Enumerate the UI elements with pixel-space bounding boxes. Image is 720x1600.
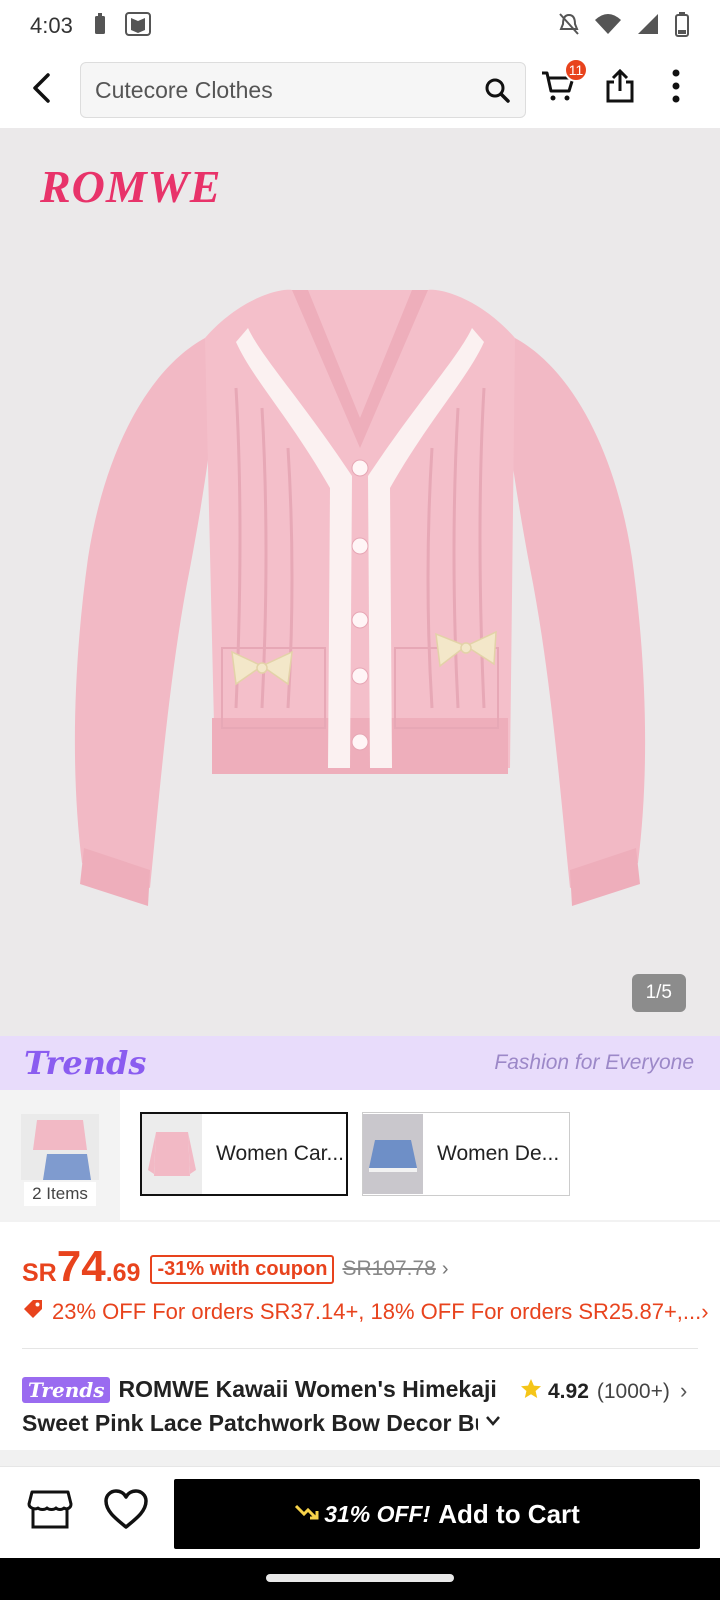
variant-all-thumbnail <box>21 1114 99 1180</box>
review-count: (1000+) <box>596 1379 670 1403</box>
search-icon[interactable] <box>475 68 519 112</box>
battery-saver-icon <box>93 12 107 40</box>
variant-all-items[interactable]: 2 Items <box>0 1090 120 1220</box>
promo-row[interactable]: 23% OFF For orders SR37.14+, 18% OFF For… <box>22 1298 709 1325</box>
price-decimal: .69 <box>105 1259 141 1287</box>
product-title-block: Trends ROMWE Kawaii Women's Himekaji Swe… <box>0 1348 720 1450</box>
divider <box>22 1348 698 1349</box>
product-rating[interactable]: 4.92 (1000+) <box>520 1378 670 1405</box>
notification-icon <box>124 11 151 41</box>
more-options-button[interactable] <box>654 66 698 110</box>
chevron-right-icon[interactable]: › <box>701 1299 708 1325</box>
section-separator <box>0 1450 720 1466</box>
variant-label-cardigan: Women Car... <box>216 1142 344 1165</box>
image-counter: 1/5 <box>631 974 686 1012</box>
store-button[interactable] <box>26 1487 74 1535</box>
share-icon <box>605 68 635 108</box>
battery-icon <box>674 11 690 42</box>
price-row: SR 74 .69 -31% with coupon SR107.78 › <box>22 1242 449 1292</box>
status-time: 4:03 <box>30 13 73 38</box>
search-input[interactable]: Cutecore Clothes <box>80 62 526 118</box>
top-nav: Cutecore Clothes 11 <box>0 52 720 128</box>
promo-text: 23% OFF For orders SR37.14+, 18% OFF For… <box>52 1298 702 1324</box>
variant-card-cardigan[interactable]: Women Car... <box>140 1112 348 1196</box>
home-gesture-handle[interactable] <box>266 1574 454 1582</box>
more-vertical-icon <box>671 69 681 108</box>
bottom-action-bar: 31% OFF! Add to Cart <box>0 1466 720 1558</box>
mute-icon <box>558 12 580 41</box>
trends-badge: Trends <box>22 1376 111 1403</box>
signal-icon <box>636 12 660 41</box>
star-icon <box>520 1378 542 1405</box>
price-currency: SR <box>22 1259 57 1287</box>
status-bar: 4:03 <box>0 0 720 52</box>
price-integer: 74 <box>56 1242 106 1291</box>
price-tag-icon <box>22 1298 44 1325</box>
variant-label-skirt: Women De... <box>437 1142 560 1165</box>
variant-all-label: 2 Items <box>24 1182 96 1206</box>
product-title: ROMWE Kawaii Women's Himekaji <box>118 1376 497 1402</box>
price-block: SR 74 .69 -31% with coupon SR107.78 › 23… <box>0 1220 720 1348</box>
back-button[interactable] <box>20 68 64 112</box>
heart-icon <box>103 1488 149 1535</box>
chevron-down-icon[interactable] <box>484 1414 502 1433</box>
product-title-line: Trends ROMWE Kawaii Women's Himekaji <box>22 1376 497 1403</box>
variant-thumbnail-skirt <box>363 1114 423 1194</box>
chevron-right-icon[interactable]: › <box>680 1378 687 1404</box>
cart-button[interactable]: 11 <box>536 58 588 110</box>
brand-logo: ROMWE <box>40 161 222 212</box>
back-arrow-icon <box>30 72 54 109</box>
product-image-gallery[interactable]: ROMWE 1/5 <box>0 128 720 1036</box>
variant-thumbnail-cardigan <box>142 1114 202 1194</box>
wifi-icon <box>594 12 622 41</box>
trends-logo: Trends <box>24 1044 147 1082</box>
trends-banner[interactable]: Trends Fashion for Everyone <box>0 1036 720 1090</box>
product-title-continued: Sweet Pink Lace Patchwork Bow Decor Bu <box>22 1410 478 1436</box>
rating-value: 4.92 <box>548 1379 589 1403</box>
chevron-right-icon[interactable]: › <box>442 1258 449 1281</box>
add-to-cart-label: Add to Cart <box>438 1498 580 1529</box>
trend-down-arrow-icon <box>294 1502 320 1527</box>
wishlist-button[interactable] <box>102 1487 150 1535</box>
trends-tagline: Fashion for Everyone <box>494 1051 694 1074</box>
variant-card-skirt[interactable]: Women De... <box>362 1112 570 1196</box>
share-button[interactable] <box>598 66 642 110</box>
cardigan-image <box>74 289 646 906</box>
variant-selector: 2 Items Women Car... Women De... <box>0 1090 720 1220</box>
system-nav-bar <box>0 1558 720 1600</box>
add-to-cart-button[interactable]: 31% OFF! Add to Cart <box>174 1479 700 1549</box>
coupon-tag[interactable]: -31% with coupon <box>150 1255 335 1284</box>
cart-count-badge: 11 <box>564 58 588 82</box>
search-query: Cutecore Clothes <box>95 76 273 103</box>
discount-label: 31% OFF! <box>324 1500 431 1527</box>
original-price[interactable]: SR107.78 <box>342 1257 435 1281</box>
store-icon <box>27 1488 73 1535</box>
